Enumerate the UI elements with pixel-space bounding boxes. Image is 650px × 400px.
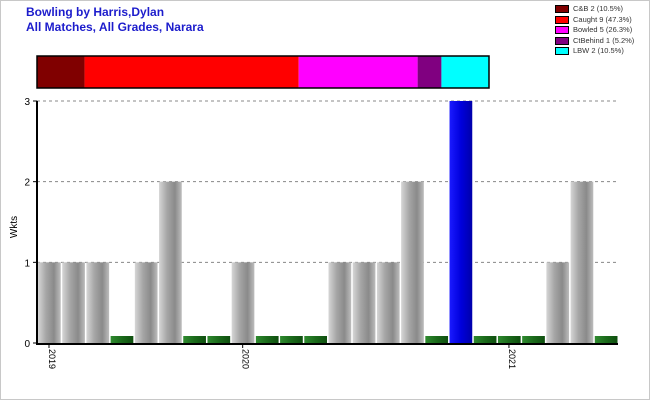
bar: [570, 181, 594, 343]
bar-zero: [207, 336, 231, 343]
chart-canvas: 0 1 2 3 Wkts 2019 2020 2021: [9, 55, 618, 369]
bar-series: [38, 101, 618, 343]
stack-segment: [441, 56, 489, 88]
bar-zero: [183, 336, 206, 343]
bar: [328, 262, 352, 343]
bar-zero: [473, 336, 497, 343]
stack-segment: [417, 56, 442, 88]
bar: [134, 262, 158, 343]
y-tick-label: 1: [24, 258, 30, 269]
bar-zero: [425, 336, 449, 343]
bar: [352, 262, 376, 343]
bar: [86, 262, 110, 343]
bar-zero: [255, 336, 279, 343]
bar-zero: [304, 336, 327, 343]
bar-zero: [594, 336, 618, 343]
stack-segment: [84, 56, 299, 88]
bar: [546, 262, 570, 343]
x-tick-label: 2021: [507, 349, 517, 369]
x-tick-label: 2019: [47, 349, 57, 369]
y-tick-label: 3: [24, 97, 30, 108]
bar: [401, 181, 424, 343]
stack-segment: [298, 56, 418, 88]
bar: [38, 262, 61, 343]
bar-zero: [522, 336, 545, 343]
y-tick-label: 0: [24, 339, 30, 350]
bar: [62, 262, 85, 343]
y-tick-label: 2: [24, 178, 30, 189]
gridlines: [37, 100, 618, 263]
x-tick-label: 2020: [241, 349, 251, 369]
bar-highlight: [449, 101, 473, 343]
bar-zero: [497, 336, 521, 343]
bar: [376, 262, 400, 343]
bar-zero: [110, 336, 134, 343]
dismissal-stack: [36, 55, 490, 89]
bar-zero: [280, 336, 303, 343]
bar: [159, 181, 182, 343]
bar: [231, 262, 255, 343]
stack-segment: [37, 56, 85, 88]
y-axis-label: Wkts: [9, 216, 20, 238]
